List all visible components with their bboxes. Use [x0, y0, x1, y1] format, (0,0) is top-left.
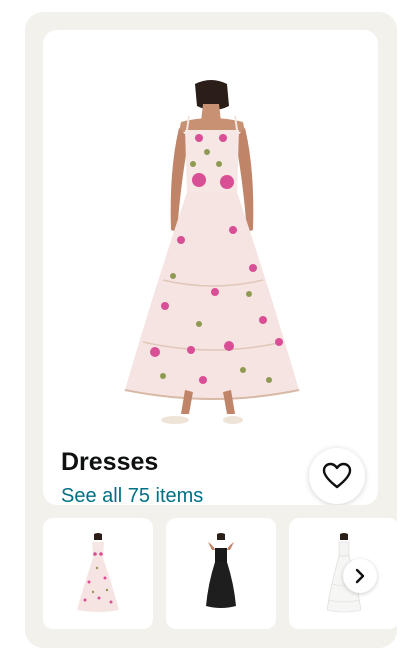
thumbnail-floral-print-maxi-dress[interactable]	[43, 518, 153, 629]
see-all-items-link[interactable]: See all 75 items	[61, 485, 203, 505]
category-title: Dresses	[61, 448, 159, 476]
heart-outline-icon	[322, 462, 352, 489]
chevron-right-icon	[355, 568, 365, 584]
thumbnail-black-strapless-dress[interactable]	[166, 518, 276, 629]
black-strapless-dress-thumbnail	[206, 533, 236, 608]
favorite-button[interactable]	[309, 448, 365, 504]
dresses-card: Dresses See all 75 items	[25, 12, 397, 648]
floral-print-maxi-dress-thumbnail	[77, 533, 119, 612]
carousel-next-button[interactable]	[343, 559, 377, 593]
floral-maxi-dress-image[interactable]	[103, 80, 323, 430]
hero-product-panel[interactable]: Dresses See all 75 items	[43, 30, 378, 505]
